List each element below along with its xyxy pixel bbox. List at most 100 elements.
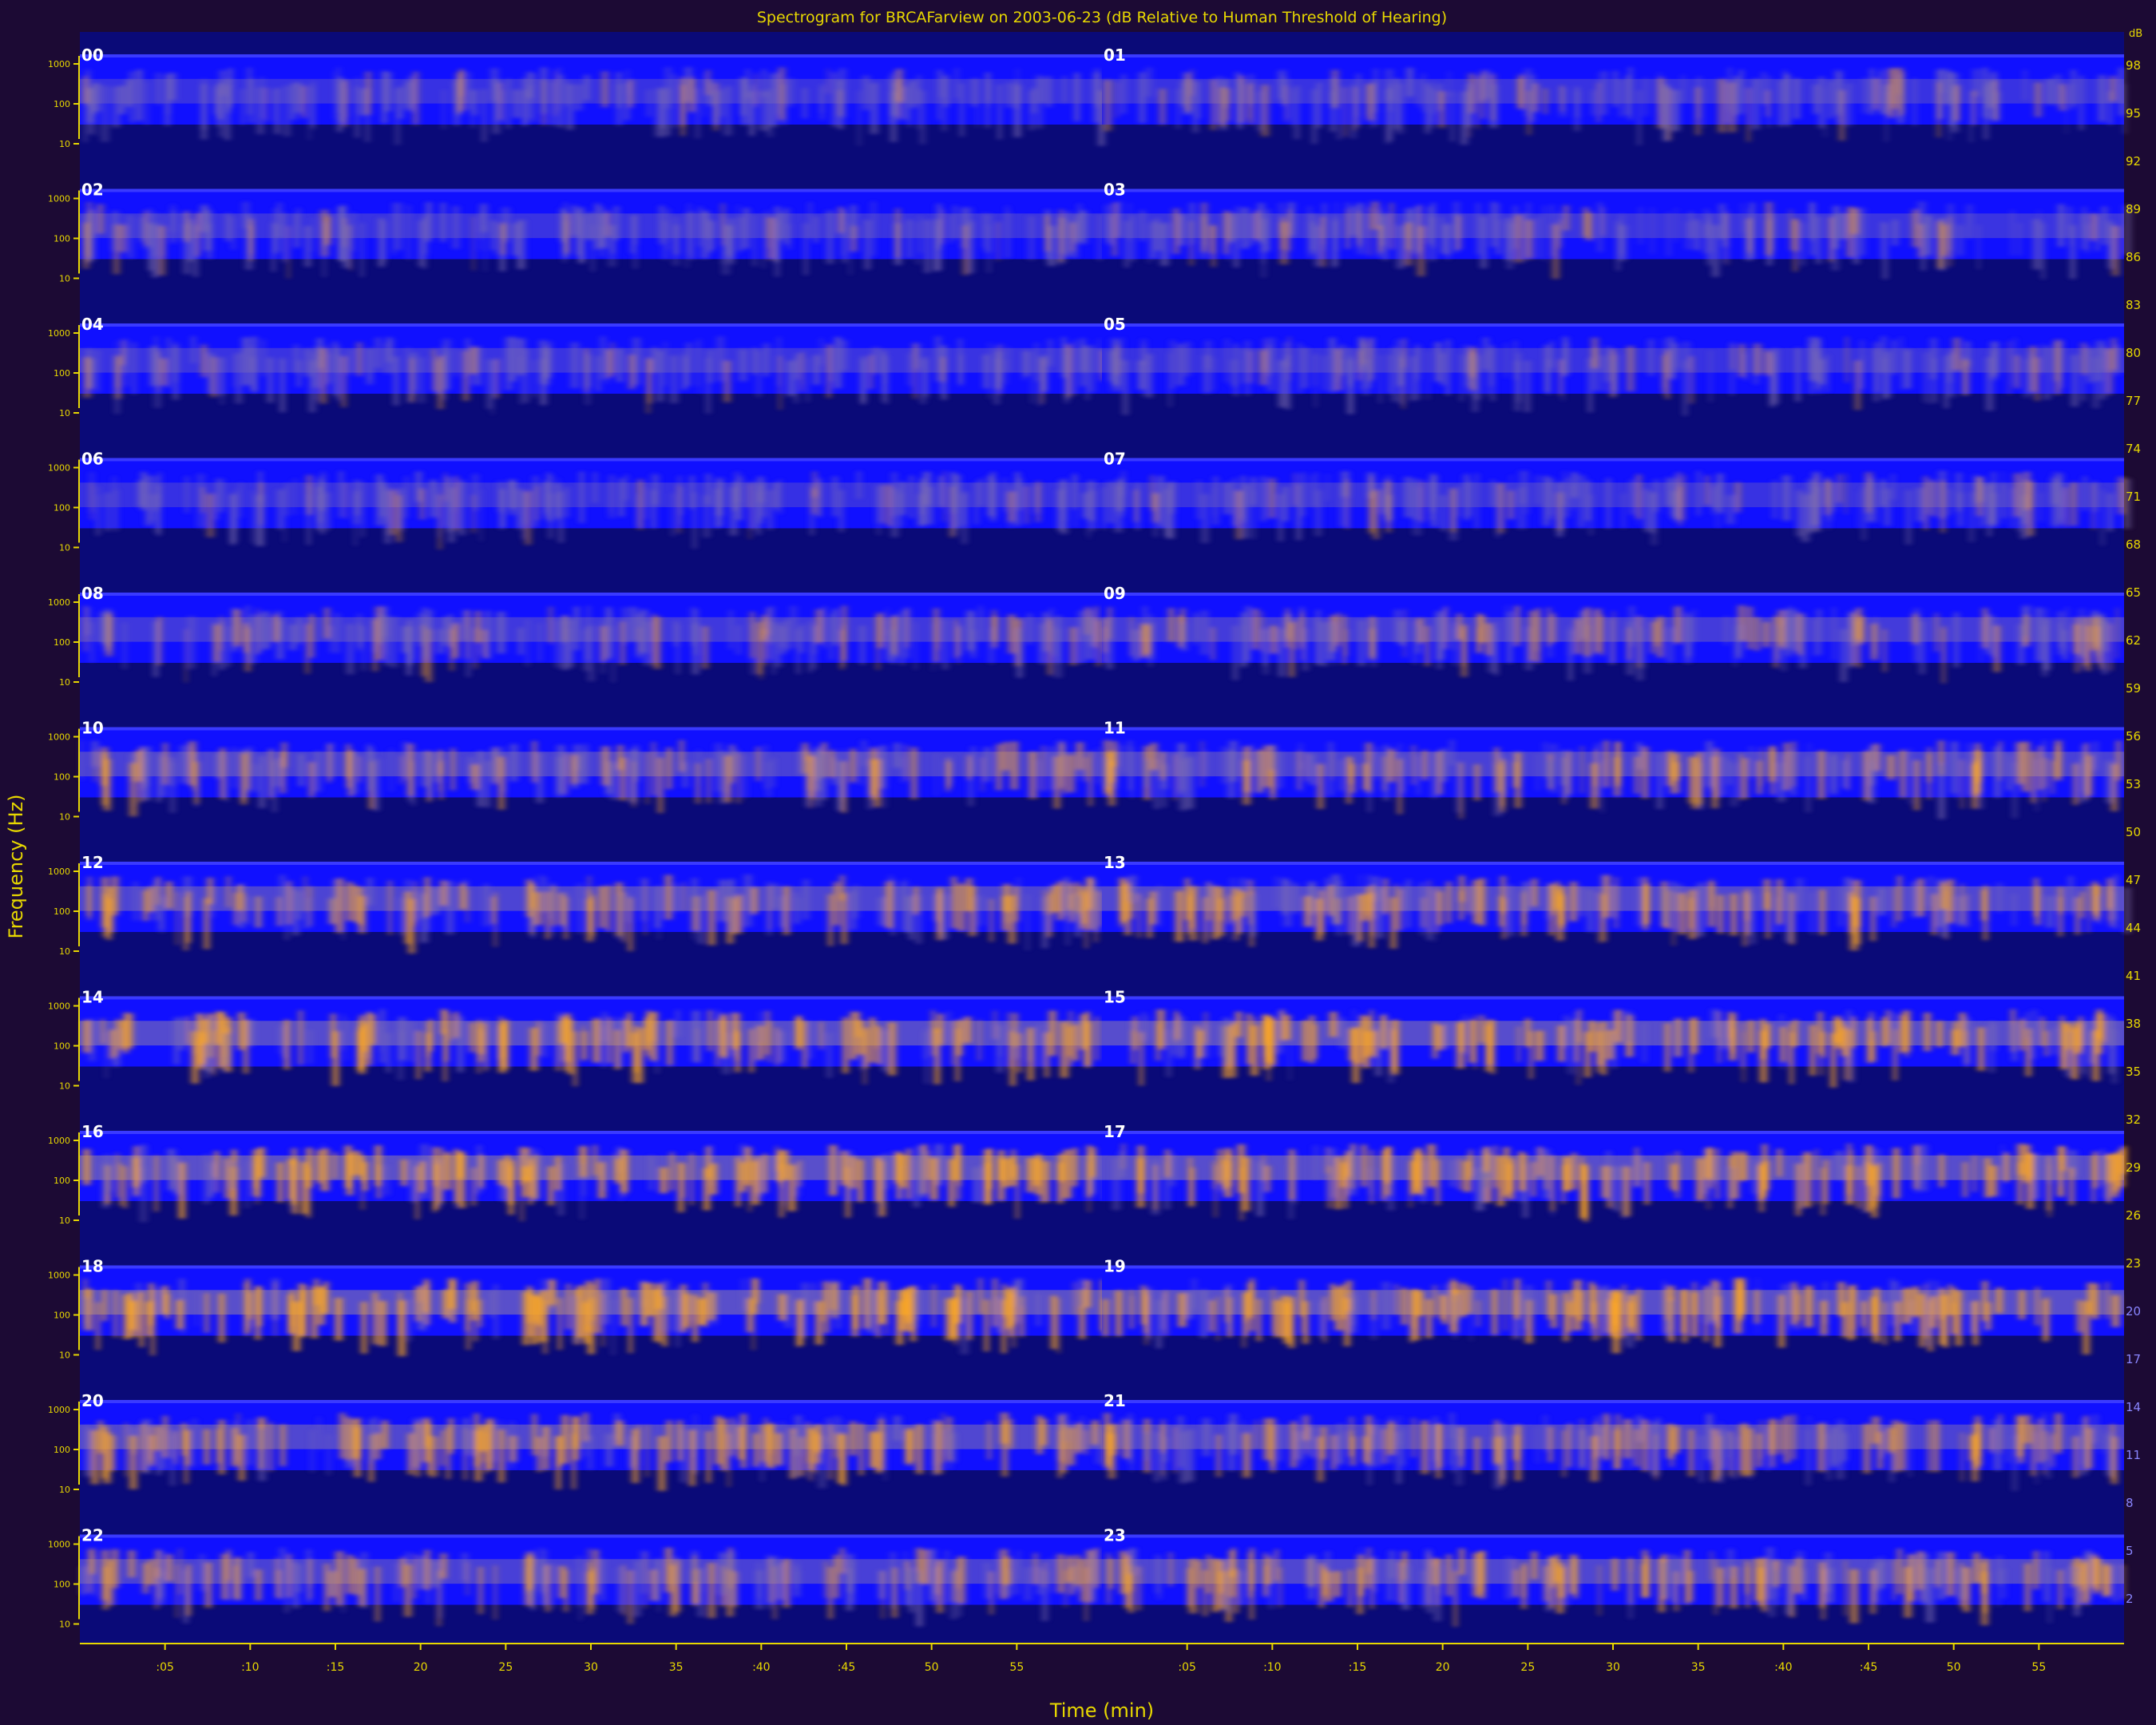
streak <box>471 1280 479 1321</box>
colorbar-tick-label: 29 <box>2126 1160 2141 1175</box>
streak <box>1932 1420 1940 1473</box>
streak <box>1383 878 1388 914</box>
streak <box>525 1552 533 1590</box>
streak <box>95 82 98 137</box>
streak <box>967 220 974 274</box>
streak <box>2045 895 2055 928</box>
streak <box>1167 608 1175 642</box>
streak <box>274 88 280 134</box>
streak <box>1709 350 1712 402</box>
streak <box>1549 340 1554 368</box>
streak <box>1298 474 1302 525</box>
streak <box>119 1163 122 1206</box>
streak <box>786 78 795 107</box>
streak <box>1080 338 1086 387</box>
time-tick-label: 35 <box>1691 1661 1706 1674</box>
streak <box>1799 613 1807 668</box>
streak <box>2079 1018 2083 1049</box>
streak <box>1842 1433 1847 1461</box>
streak <box>1674 1020 1681 1057</box>
streak <box>187 616 196 669</box>
streak <box>351 212 355 252</box>
streak <box>446 1426 450 1480</box>
streak <box>179 1549 181 1595</box>
streak <box>82 1148 91 1185</box>
streak <box>529 1164 534 1197</box>
streak <box>1238 81 1242 129</box>
streak <box>1425 83 1430 134</box>
streak <box>727 1433 730 1487</box>
streak <box>414 1553 416 1599</box>
streak <box>191 335 196 363</box>
streak <box>285 1558 288 1613</box>
streak <box>824 1560 827 1598</box>
streak <box>1980 619 1982 662</box>
streak <box>1833 1016 1841 1043</box>
streak <box>1290 87 1293 127</box>
streak <box>1611 360 1617 396</box>
streak <box>325 492 331 530</box>
streak <box>1287 209 1291 252</box>
streak <box>1682 74 1684 102</box>
streak <box>341 356 347 407</box>
streak <box>1531 878 1538 907</box>
streak <box>509 744 518 782</box>
streak <box>1592 1285 1598 1329</box>
streak <box>1857 1166 1861 1209</box>
streak <box>984 1299 989 1352</box>
streak <box>1783 1415 1790 1464</box>
streak <box>1737 621 1741 655</box>
streak <box>103 1432 112 1484</box>
streak <box>1897 1549 1902 1595</box>
streak <box>1152 493 1159 523</box>
streak <box>1368 207 1371 256</box>
streak <box>1763 1160 1770 1191</box>
streak <box>268 1288 271 1320</box>
streak <box>1205 750 1208 777</box>
colorbar-tick-label: 62 <box>2126 633 2141 648</box>
streak <box>470 1022 474 1053</box>
streak <box>998 1022 1002 1057</box>
streak <box>1365 83 1375 121</box>
streak <box>1664 350 1671 399</box>
streak <box>870 82 879 134</box>
streak <box>2011 488 2014 529</box>
streak <box>1017 1033 1022 1073</box>
streak <box>1892 887 1896 928</box>
streak <box>749 1029 754 1073</box>
streak <box>633 744 639 777</box>
streak <box>1937 763 1945 819</box>
streak <box>246 1419 253 1465</box>
streak <box>195 1291 198 1326</box>
streak <box>1655 1418 1661 1449</box>
streak <box>657 1436 667 1491</box>
streak <box>840 1548 845 1574</box>
streak <box>1023 1567 1032 1601</box>
streak <box>1023 351 1030 377</box>
streak <box>1259 350 1267 386</box>
streak <box>478 1299 482 1327</box>
streak <box>2101 1148 2105 1186</box>
streak <box>1313 353 1318 387</box>
streak <box>256 1287 263 1326</box>
streak <box>1084 1279 1092 1308</box>
streak <box>414 1428 418 1453</box>
streak <box>2069 1168 2075 1205</box>
streak <box>426 1423 431 1475</box>
streak <box>934 1421 943 1474</box>
streak <box>1768 76 1770 128</box>
streak <box>1706 1414 1713 1460</box>
streak <box>1995 882 2003 913</box>
streak <box>611 626 616 683</box>
streak <box>657 757 664 814</box>
streak <box>786 619 790 651</box>
streak <box>615 1420 624 1446</box>
streak <box>1036 481 1040 522</box>
frequency-tick-label: 10 <box>59 946 70 957</box>
streak <box>298 1283 304 1336</box>
streak <box>1900 336 1903 391</box>
streak <box>2109 624 2112 671</box>
streak <box>1035 1154 1042 1195</box>
streak <box>1892 474 1895 500</box>
streak <box>1265 1014 1271 1040</box>
